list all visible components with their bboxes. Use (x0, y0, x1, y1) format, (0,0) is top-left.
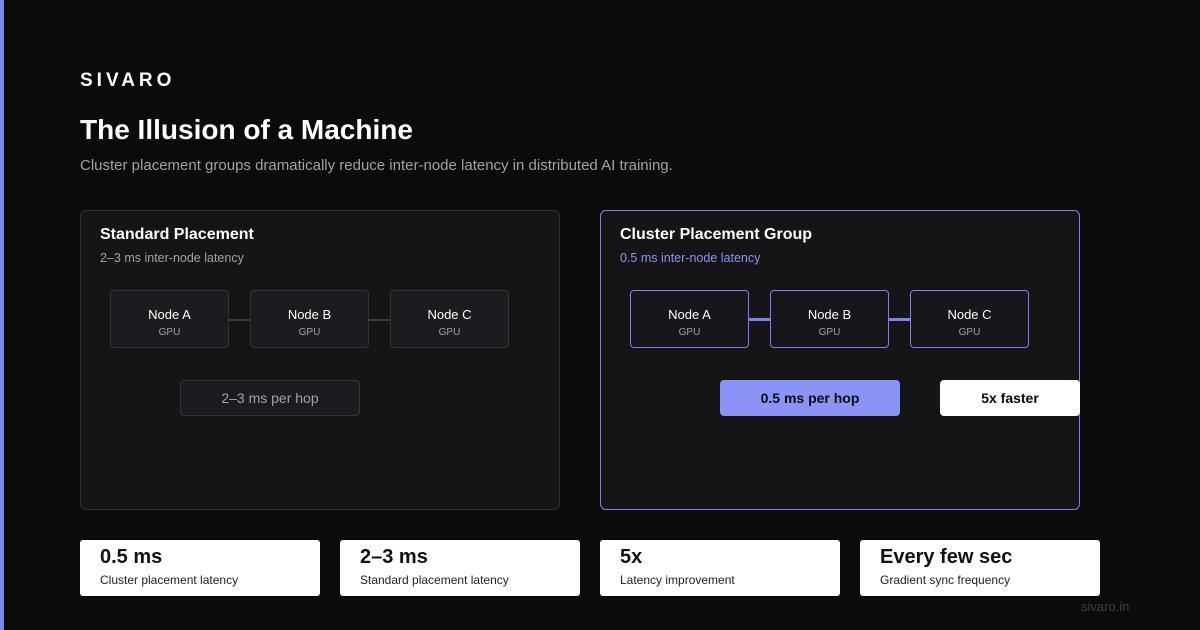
stat-value: 0.5 ms (100, 546, 163, 568)
standard-panel-latency: 2–3 ms inter-node latency (100, 251, 244, 265)
stat-value: 2–3 ms (360, 546, 428, 568)
node-type: GPU (158, 327, 181, 338)
stat-value: Every few sec (880, 546, 1013, 568)
standard-hop-box: 2–3 ms per hop (180, 380, 360, 416)
cluster-node-c: Node C GPU (910, 290, 1029, 348)
node-type: GPU (438, 327, 461, 338)
cluster-panel-title: Cluster Placement Group (620, 226, 813, 243)
node-type: GPU (818, 327, 841, 338)
page-title: The Illusion of a Machine (80, 114, 413, 145)
footer-url[interactable]: sivaro.in (1081, 599, 1129, 614)
standard-link-ab (229, 319, 250, 321)
standard-node-a: Node A GPU (110, 290, 229, 348)
cluster-link-ab (749, 318, 770, 321)
cluster-node-a: Node A GPU (630, 290, 749, 348)
node-name: Node B (287, 307, 332, 322)
node-type: GPU (958, 327, 981, 338)
cluster-panel-latency: 0.5 ms inter-node latency (620, 251, 761, 265)
node-type: GPU (298, 327, 321, 338)
page-subtitle: Cluster placement groups dramatically re… (80, 157, 673, 174)
node-name: Node A (668, 307, 711, 322)
cluster-hop-box: 0.5 ms per hop (720, 380, 900, 416)
standard-node-b: Node B GPU (250, 290, 369, 348)
stat-card-cluster-latency: 0.5 ms Cluster placement latency (80, 540, 320, 596)
cluster-link-bc (889, 318, 910, 321)
standard-node-c: Node C GPU (390, 290, 509, 348)
stat-label: Cluster placement latency (100, 573, 239, 587)
node-name: Node C (947, 307, 992, 322)
standard-link-bc (369, 319, 390, 321)
faster-badge: 5x faster (940, 380, 1080, 416)
cluster-placement-panel: Cluster Placement Group 0.5 ms inter-nod… (600, 210, 1080, 510)
node-type: GPU (678, 327, 701, 338)
standard-placement-panel: Standard Placement 2–3 ms inter-node lat… (80, 210, 560, 510)
node-name: Node B (807, 307, 852, 322)
stat-card-sync-frequency: Every few sec Gradient sync frequency (860, 540, 1100, 596)
brand-logo: SIVARO (80, 70, 176, 91)
node-name: Node C (427, 307, 472, 322)
stat-value: 5x (620, 546, 643, 568)
stat-card-standard-latency: 2–3 ms Standard placement latency (340, 540, 580, 596)
standard-panel-title: Standard Placement (100, 226, 254, 243)
cluster-node-b: Node B GPU (770, 290, 889, 348)
stat-label: Latency improvement (620, 573, 735, 587)
node-name: Node A (148, 307, 191, 322)
accent-bar (0, 0, 4, 630)
stat-card-improvement: 5x Latency improvement (600, 540, 840, 596)
stat-label: Gradient sync frequency (880, 573, 1011, 587)
stat-label: Standard placement latency (360, 573, 509, 587)
